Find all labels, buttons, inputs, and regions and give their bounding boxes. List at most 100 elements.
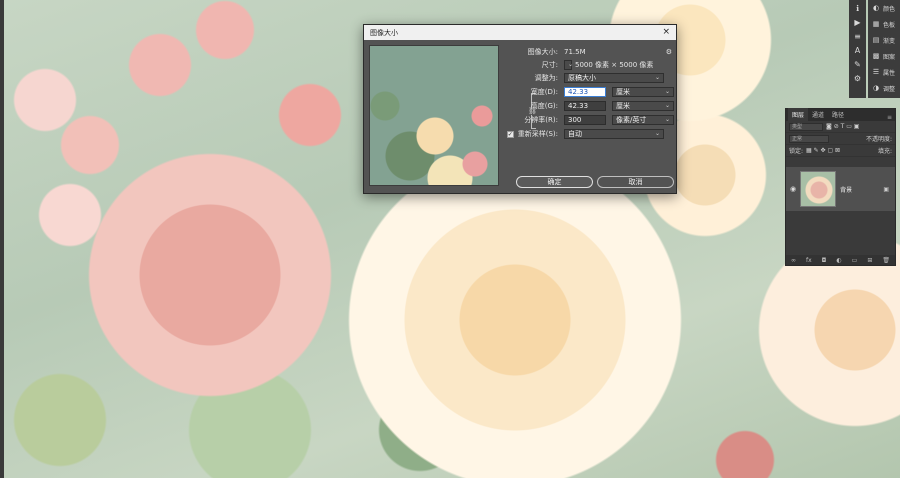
height-label: 高度(G): [530,102,558,110]
resample-select[interactable]: 自动 ⌄ [564,129,664,139]
resolution-label: 分辨率(R): [524,116,558,124]
fit-to-value: 原稿大小 [568,74,596,82]
tab-channels[interactable]: 通道 [808,108,828,121]
properties-icon[interactable]: ⚙ [852,73,863,84]
ok-button[interactable]: 确定 [516,176,593,188]
mini-panel-label: 颜色 [883,5,896,13]
tab-paths[interactable]: 路径 [828,108,848,121]
dimensions-value: 5000 像素 × 5000 像素 [575,61,654,69]
gradient-icon: ▤ [872,36,880,44]
dimensions-label: 尺寸: [541,61,558,69]
width-unit: 厘米 [616,88,630,96]
layers-footer: ∞ fx ◘ ◐ ▭ ⊞ 🗑 [786,255,895,265]
chevron-down-icon: ⌄ [654,130,660,137]
mini-panels: ◐ 颜色 ▦ 色板 ▤ 渐变 ▩ 图案 ☰ 属性 ◑ 调整 [868,0,900,98]
left-tool-strip [0,0,4,478]
tab-layers[interactable]: 图层 [788,108,809,121]
mask-icon[interactable]: ◘ [822,257,827,264]
height-unit: 厘米 [616,102,630,110]
layers-tabs: 图层 通道 路径 ≡ [786,108,895,121]
brush-icon[interactable]: ✎ [852,59,863,70]
link-icon[interactable]: ∞ [791,257,796,264]
width-row: 宽度(D): 42.33 厘米 ⌄ [504,87,674,97]
image-size-value: 71.5M [564,48,586,56]
lock-row: 锁定: ▦ ✎ ✥ ▢ ⊠ 填充: [786,145,895,157]
trash-icon[interactable]: 🗑 [882,257,890,264]
resample-checkbox[interactable]: ✓ [506,130,514,138]
info-icon[interactable]: ℹ [852,3,863,14]
width-label: 宽度(D): [530,88,558,96]
resolution-row: 分辨率(R): 300 像素/英寸 ⌄ [504,115,674,125]
mini-panel-properties[interactable]: ☰ 属性 [868,64,900,80]
close-icon[interactable]: × [662,28,670,37]
eye-icon[interactable]: ◉ [790,185,796,193]
width-input[interactable]: 42.33 [564,87,606,97]
new-layer-icon[interactable]: ⊞ [867,257,872,264]
adjust-icon[interactable]: ≡ [852,31,863,42]
blend-mode-select[interactable]: 正常 [789,134,829,143]
dimensions-dropdown[interactable]: ⌄ [564,60,574,70]
layers-panel: 图层 通道 路径 ≡ 类型 ◙ ⊘ T ▭ ▣ 正常 不透明度: 锁定: ▦ ✎… [785,108,896,266]
cancel-button[interactable]: 取消 [597,176,674,188]
mini-panel-label: 图案 [883,53,896,61]
mini-panel-label: 调整 [883,85,896,93]
chevron-down-icon: ⌄ [664,102,670,109]
opacity-label: 不透明度: [865,136,892,143]
mini-panel-color[interactable]: ◐ 颜色 [868,0,900,16]
properties-icon: ☰ [872,68,880,76]
chevron-down-icon: ⌄ [568,61,574,68]
filter-icons[interactable]: ◙ ⊘ T ▭ ▣ [826,123,859,130]
resolution-input[interactable]: 300 [564,115,606,125]
pattern-icon: ▩ [872,52,880,60]
layer-row-background[interactable]: ◉ 背景 ▣ [786,167,895,211]
dimensions-row: 尺寸: ⌄ 5000 像素 × 5000 像素 [504,60,653,70]
mini-panel-adjustments[interactable]: ◑ 调整 [868,80,900,96]
image-size-row: 图像大小: 71.5M ⚙ [504,47,672,57]
resample-value: 自动 [568,130,582,138]
mini-panel-label: 属性 [883,69,896,77]
fit-to-select[interactable]: 原稿大小 ⌄ [564,73,664,83]
chevron-down-icon: ⌄ [654,74,660,81]
lock-label: 锁定: [789,148,804,155]
mini-panel-label: 渐变 [883,37,896,45]
chevron-down-icon: ⌄ [664,116,670,123]
height-row: 高度(G): 42.33 厘米 ⌄ [504,101,674,111]
swatches-icon: ▦ [872,20,880,28]
adjustment-layer-icon[interactable]: ◐ [836,257,841,264]
type-icon[interactable]: A [852,45,863,56]
fx-icon[interactable]: fx [806,257,812,264]
layer-filter-row: 类型 ◙ ⊘ T ▭ ▣ [786,121,895,133]
right-tool-strip: ℹ ▶ ≡ A ✎ ⚙ [849,0,866,98]
mini-panel-pattern[interactable]: ▩ 图案 [868,48,900,64]
image-preview[interactable] [369,45,499,186]
lock-icon: ▣ [883,185,889,193]
gear-icon[interactable]: ⚙ [666,48,672,56]
lock-icons[interactable]: ▦ ✎ ✥ ▢ ⊠ [806,147,840,154]
dialog-titlebar[interactable]: 图像大小 × [364,25,676,40]
image-size-label: 图像大小: [527,48,558,56]
height-unit-select[interactable]: 厘米 ⌄ [612,101,674,111]
mini-panel-swatches[interactable]: ▦ 色板 [868,16,900,32]
fit-to-row: 调整为: 原稿大小 ⌄ [504,73,664,83]
color-icon: ◐ [872,4,880,12]
chevron-down-icon: ⌄ [664,88,670,95]
kind-filter-select[interactable]: 类型 [789,122,823,131]
blend-row: 正常 不透明度: [786,133,895,145]
fill-label: 填充: [877,148,892,155]
resample-label: 重新采样(S): [517,130,558,138]
resample-label-wrap: ✓ 重新采样(S): [504,129,564,139]
resolution-unit: 像素/英寸 [616,116,647,124]
adjustments-icon: ◑ [872,84,880,92]
fit-to-label: 调整为: [534,74,558,82]
resample-row: ✓ 重新采样(S): 自动 ⌄ [504,129,664,139]
resolution-unit-select[interactable]: 像素/英寸 ⌄ [612,115,674,125]
width-unit-select[interactable]: 厘米 ⌄ [612,87,674,97]
panel-menu-icon[interactable]: ≡ [887,114,895,121]
mini-panel-label: 色板 [883,21,896,29]
group-icon[interactable]: ▭ [852,257,858,264]
mini-panel-gradient[interactable]: ▤ 渐变 [868,32,900,48]
image-size-dialog: 图像大小 × 图像大小: 71.5M ⚙ 尺寸: ⌄ 5000 像素 × 500… [363,24,677,194]
height-input[interactable]: 42.33 [564,101,606,111]
dialog-title: 图像大小 [370,28,398,37]
play-icon[interactable]: ▶ [852,17,863,28]
